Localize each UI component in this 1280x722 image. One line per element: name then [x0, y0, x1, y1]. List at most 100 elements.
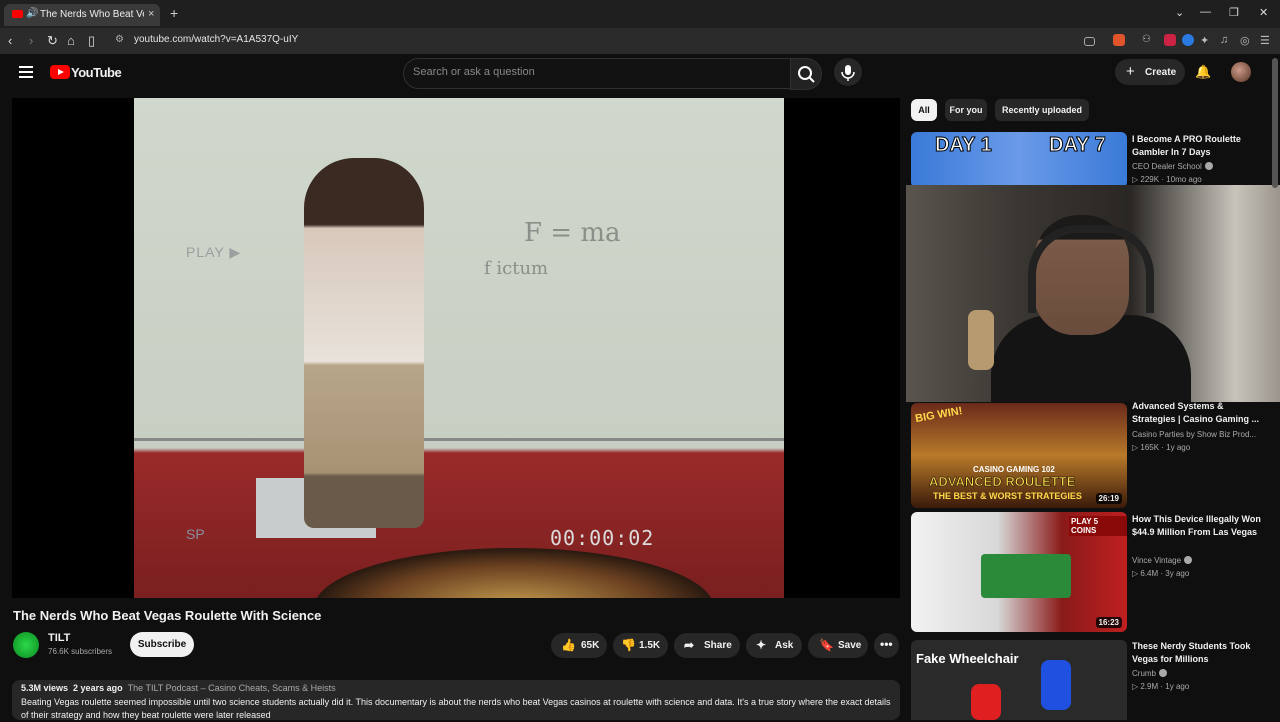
description-meta: 5.3M views 2 years ago The TILT Podcast … — [21, 683, 336, 693]
vhs-sp-overlay: SP — [186, 526, 205, 542]
rec-title[interactable]: Advanced Systems & Strategies | Casino G… — [1132, 400, 1267, 426]
address-bar[interactable]: youtube.com/watch?v=A1A537Q-uIY — [134, 34, 298, 45]
hamburger-menu-icon[interactable] — [19, 66, 33, 81]
media-icon[interactable]: ♫ — [1220, 34, 1232, 46]
thumbs-down-icon: 👎 — [621, 638, 636, 652]
video-title: The Nerds Who Beat Vegas Roulette With S… — [13, 608, 322, 623]
plus-icon: + — [1126, 63, 1135, 80]
bookmark-save-icon: 🔖 — [819, 638, 834, 652]
channel-name[interactable]: TILT — [48, 632, 70, 644]
duration-badge: 16:23 — [1095, 617, 1122, 628]
description-box[interactable]: 5.3M views 2 years ago The TILT Podcast … — [12, 680, 900, 720]
voice-search-button[interactable] — [834, 58, 862, 86]
extension-badge-icon[interactable] — [1164, 34, 1176, 46]
home-icon[interactable]: ⌂ — [67, 33, 75, 48]
browser-tab[interactable]: 🔊 The Nerds Who Beat Vegas Ro × — [4, 4, 160, 26]
new-tab-button[interactable]: + — [170, 5, 178, 21]
chip-all[interactable]: All — [911, 99, 937, 121]
like-button[interactable]: 👍 65K — [551, 633, 607, 658]
save-button[interactable]: 🔖 Save — [808, 633, 868, 658]
extension-blue-icon[interactable] — [1182, 34, 1194, 46]
screen-icon[interactable] — [1084, 37, 1095, 46]
notifications-bell-icon[interactable]: 🔔 — [1195, 64, 1211, 80]
rec-thumbnail[interactable]: BIG WIN! CASINO GAMING 102 ADVANCED ROUL… — [911, 403, 1127, 508]
whiteboard-ledge — [134, 438, 784, 441]
rec-thumbnail[interactable]: Fake Wheelchair — [911, 640, 1127, 720]
create-button[interactable]: + Create — [1115, 59, 1185, 85]
back-icon[interactable]: ‹ — [8, 33, 12, 48]
rec-channel[interactable]: Crumb — [1132, 669, 1168, 678]
rec-meta: ▷ 165K · 1y ago — [1132, 443, 1191, 452]
red-figure — [971, 684, 1001, 720]
rec-thumbnail[interactable]: PLAY 5 COINS 16:23 — [911, 512, 1127, 632]
youtube-favicon-icon — [12, 10, 23, 18]
video-player[interactable]: F = ma f ictum PLAY ▶ SP 00:00:02 — [12, 98, 900, 598]
streamer-webcam-overlay — [906, 185, 1280, 402]
verified-icon — [1159, 669, 1168, 677]
verified-icon — [1184, 556, 1193, 564]
webcam-microphone — [968, 310, 994, 370]
board-equation: F = ma — [524, 218, 621, 248]
share-button[interactable]: ➦ Share — [674, 633, 740, 658]
rec-thumbnail[interactable]: DAY 1 DAY 7 — [911, 132, 1127, 188]
maximize-button[interactable]: ❐ — [1229, 6, 1239, 19]
rec-channel[interactable]: Vince Vintage — [1132, 556, 1193, 565]
more-actions-button[interactable]: ••• — [874, 633, 899, 658]
search-placeholder: Search or ask a question — [413, 66, 535, 78]
wallet-icon[interactable]: ◎ — [1240, 34, 1252, 47]
rec-title[interactable]: How This Device Illegally Won $44.9 Mill… — [1132, 513, 1267, 539]
tab-list-chevron-icon[interactable]: ⌄ — [1175, 6, 1184, 19]
video-frame: F = ma f ictum — [134, 98, 784, 598]
channel-avatar[interactable] — [13, 632, 39, 658]
page-scrollbar[interactable] — [1272, 58, 1278, 188]
vhs-play-overlay: PLAY ▶ — [186, 244, 242, 260]
tab-close-icon[interactable]: × — [148, 8, 154, 20]
circuit-board — [981, 554, 1071, 598]
ask-button[interactable]: ✦ Ask — [746, 633, 802, 658]
more-dots-icon: ••• — [880, 637, 893, 651]
youtube-logo-text[interactable]: YouTube — [71, 65, 122, 80]
rec-meta: ▷ 2.9M · 1y ago — [1132, 682, 1190, 691]
browser-tab-bar — [0, 0, 1280, 28]
search-button[interactable] — [790, 58, 822, 90]
thumbs-up-icon: 👍 — [561, 638, 576, 652]
chip-for-you[interactable]: For you — [945, 99, 987, 121]
forward-icon[interactable]: › — [29, 33, 33, 48]
board-writing: f ictum — [484, 258, 549, 279]
share-arrow-icon: ➦ — [684, 638, 695, 652]
site-info-icon[interactable]: ⚙ — [115, 34, 124, 45]
close-window-button[interactable]: ✕ — [1259, 6, 1268, 19]
verified-icon — [1204, 162, 1213, 170]
rec-meta: ▷ 6.4M · 3y ago — [1132, 569, 1190, 578]
rec-channel[interactable]: CEO Dealer School — [1132, 162, 1213, 171]
rec-meta: ▷ 229K · 10mo ago — [1132, 175, 1202, 184]
chip-recently-uploaded[interactable]: Recently uploaded — [995, 99, 1089, 121]
blue-figure — [1041, 660, 1071, 710]
rec-title[interactable]: I Become A PRO Roulette Gambler In 7 Day… — [1132, 133, 1267, 159]
extensions-puzzle-icon[interactable]: ✦ — [1200, 34, 1212, 47]
audio-playing-icon[interactable]: 🔊 — [26, 8, 38, 19]
reload-icon[interactable]: ↻ — [47, 33, 58, 49]
subscribe-button[interactable]: Subscribe — [130, 632, 194, 657]
rec-channel[interactable]: Casino Parties by Show Biz Prod... — [1132, 430, 1256, 439]
bookmark-icon[interactable]: ▯ — [88, 33, 95, 49]
description-text: Beating Vegas roulette seemed impossible… — [21, 697, 891, 720]
dislike-button[interactable]: 👎 1.5K — [613, 633, 668, 658]
extension-icon[interactable]: ⚇ — [1142, 34, 1154, 46]
brave-shield-icon[interactable] — [1113, 34, 1125, 46]
headphones — [1028, 225, 1154, 313]
youtube-logo-icon[interactable] — [50, 65, 70, 79]
man-at-whiteboard — [304, 158, 424, 528]
rec-title[interactable]: These Nerdy Students Took Vegas for Mill… — [1132, 640, 1267, 666]
microphone-icon — [841, 65, 855, 81]
playlist-link[interactable]: The TILT Podcast – Casino Cheats, Scams … — [128, 683, 336, 693]
tab-title: The Nerds Who Beat Vegas Ro — [40, 9, 144, 20]
subscriber-count: 76.6K subscribers — [48, 647, 113, 656]
user-avatar[interactable] — [1231, 62, 1251, 82]
duration-badge: 26:19 — [1095, 493, 1122, 504]
minimize-button[interactable]: — — [1200, 6, 1211, 18]
sparkle-icon: ✦ — [756, 638, 767, 652]
vhs-timecode: 00:00:02 — [550, 526, 655, 550]
search-icon — [798, 66, 815, 83]
menu-icon[interactable]: ☰ — [1260, 34, 1272, 47]
